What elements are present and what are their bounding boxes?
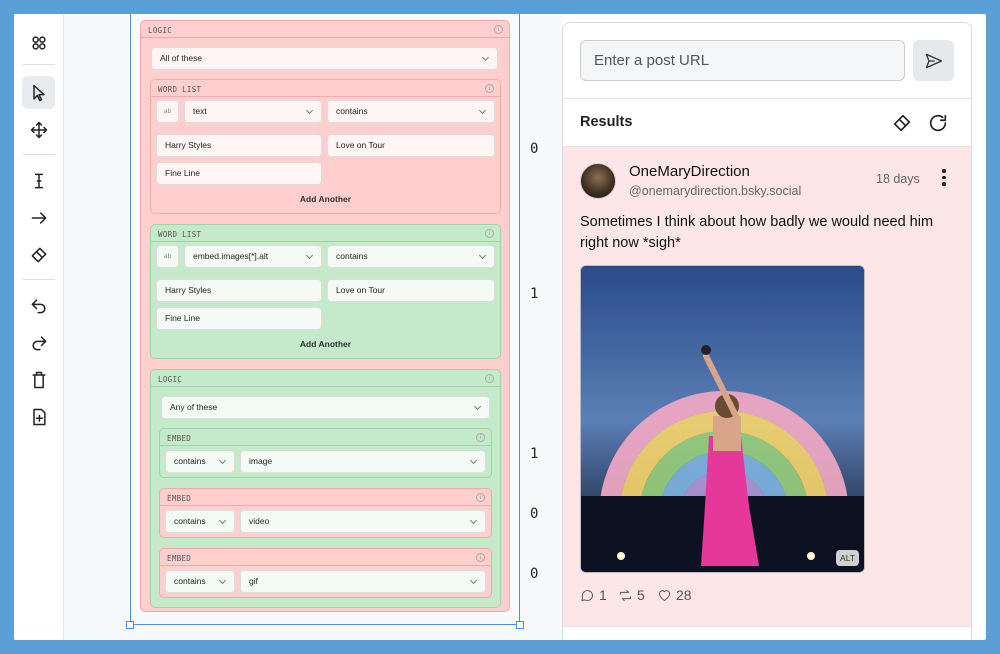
send-icon	[925, 53, 942, 68]
add-another-button[interactable]: Add Another	[151, 194, 500, 204]
word-input[interactable]: Fine Line	[156, 307, 322, 330]
info-icon[interactable]: i	[485, 84, 494, 93]
alt-text-badge[interactable]: ALT	[836, 550, 859, 566]
case-toggle[interactable]: ab	[156, 245, 179, 268]
operator-select[interactable]: contains	[327, 245, 495, 268]
field-select[interactable]: text	[184, 100, 322, 123]
match-count: 1	[530, 286, 539, 302]
add-file-icon[interactable]	[22, 400, 55, 433]
info-icon[interactable]: i	[494, 25, 503, 34]
refresh-icon[interactable]	[927, 112, 949, 134]
post-image[interactable]: ALT	[580, 265, 865, 573]
logic-select[interactable]: Any of these	[161, 396, 490, 419]
display-name[interactable]: OneMaryDirection	[629, 163, 750, 180]
send-button[interactable]	[913, 40, 954, 81]
post-text: Sometimes I think about how badly we wou…	[580, 214, 934, 251]
resize-handle[interactable]	[126, 621, 134, 629]
info-icon[interactable]: i	[476, 433, 485, 442]
embed-type-select[interactable]: image	[240, 450, 486, 473]
operator-select[interactable]: contains	[165, 570, 235, 593]
more-options-icon[interactable]	[941, 169, 947, 189]
block-label: LOGIC	[158, 375, 183, 384]
reply-count-value: 1	[599, 587, 607, 603]
word-input[interactable]: Fine Line	[156, 162, 322, 185]
post-card[interactable]: OneMaryDirection @onemarydirection.bsky.…	[563, 147, 971, 626]
embed-block[interactable]: EMBED i contains video	[159, 488, 492, 538]
redo-icon[interactable]	[22, 326, 55, 359]
avatar[interactable]	[580, 163, 616, 199]
embed-block[interactable]: EMBED i contains gif	[159, 548, 492, 598]
match-count: 0	[530, 506, 539, 522]
logic-block[interactable]: LOGIC i Any of these EMBED i contains im…	[150, 369, 501, 608]
components-icon[interactable]	[22, 26, 55, 59]
block-label: WORD LIST	[158, 230, 202, 239]
info-icon[interactable]: i	[476, 493, 485, 502]
post-url-input[interactable]: Enter a post URL	[580, 40, 905, 81]
move-icon[interactable]	[22, 113, 55, 146]
eraser-icon[interactable]	[22, 238, 55, 271]
word-input[interactable]: Love on Tour	[327, 134, 495, 157]
match-count: 0	[530, 141, 539, 157]
trash-icon[interactable]	[22, 363, 55, 396]
left-toolbar	[14, 14, 64, 640]
match-count: 0	[530, 566, 539, 582]
pointer-icon[interactable]	[22, 76, 55, 109]
embed-type-select[interactable]: video	[240, 510, 486, 533]
operator-select[interactable]: contains	[327, 100, 495, 123]
operator-select[interactable]: contains	[165, 510, 235, 533]
info-icon[interactable]: i	[485, 374, 494, 383]
word-input[interactable]: Love on Tour	[327, 279, 495, 302]
undo-icon[interactable]	[22, 289, 55, 322]
add-another-button[interactable]: Add Another	[151, 339, 500, 349]
reply-count[interactable]: 1	[580, 587, 607, 603]
logic-select[interactable]: All of these	[151, 47, 498, 70]
block-label: LOGIC	[148, 26, 173, 35]
embed-type-select[interactable]: gif	[240, 570, 486, 593]
concert-photo	[581, 266, 864, 572]
match-count: 1	[530, 446, 539, 462]
repost-icon	[620, 589, 631, 601]
arrow-right-icon[interactable]	[22, 201, 55, 234]
word-list-block[interactable]: WORD LIST i ab text contains Harry Style…	[150, 79, 501, 214]
word-input[interactable]: Harry Styles	[156, 279, 322, 302]
reply-icon	[581, 589, 593, 601]
results-heading: Results	[580, 114, 633, 130]
embed-block[interactable]: EMBED i contains image	[159, 428, 492, 478]
results-panel: Enter a post URL Results OneMaryDirectio…	[562, 22, 972, 640]
logic-block-root[interactable]: LOGIC i All of these WORD LIST i ab text…	[140, 20, 510, 612]
handle[interactable]: @onemarydirection.bsky.social	[629, 184, 801, 198]
word-input[interactable]: Harry Styles	[156, 134, 322, 157]
operator-select[interactable]: contains	[165, 450, 235, 473]
repost-count-value: 5	[637, 587, 645, 603]
text-cursor-icon[interactable]	[22, 164, 55, 197]
block-label: EMBED	[167, 554, 192, 563]
app-window: LOGIC i All of these WORD LIST i ab text…	[14, 14, 986, 640]
post-time: 18 days	[876, 172, 920, 186]
heart-icon	[659, 589, 670, 601]
like-count[interactable]: 28	[657, 587, 692, 603]
block-label: WORD LIST	[158, 85, 202, 94]
eraser-icon[interactable]	[891, 112, 913, 134]
builder-canvas: LOGIC i All of these WORD LIST i ab text…	[64, 14, 562, 640]
like-count-value: 28	[676, 587, 692, 603]
block-label: EMBED	[167, 494, 192, 503]
field-select[interactable]: embed.images[*].alt	[184, 245, 322, 268]
selection-frame: LOGIC i All of these WORD LIST i ab text…	[126, 14, 524, 629]
block-label: EMBED	[167, 434, 192, 443]
repost-count[interactable]: 5	[618, 587, 645, 603]
resize-handle[interactable]	[516, 621, 524, 629]
info-icon[interactable]: i	[485, 229, 494, 238]
case-toggle[interactable]: ab	[156, 100, 179, 123]
info-icon[interactable]: i	[476, 553, 485, 562]
word-list-block[interactable]: WORD LIST i ab embed.images[*].alt conta…	[150, 224, 501, 359]
